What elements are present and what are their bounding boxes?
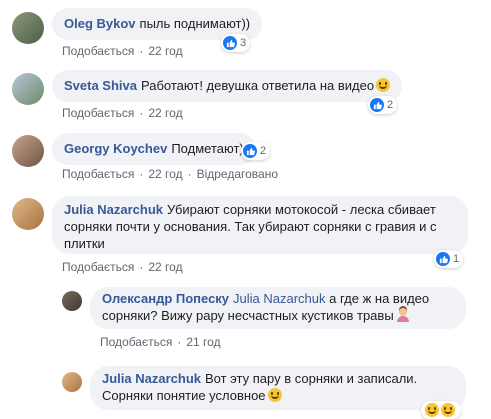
like-icon	[370, 98, 384, 112]
reply-bubble: Олександр Попеску Julia Nazarchuk а где ж…	[90, 287, 466, 329]
like-icon	[436, 252, 450, 266]
like-button[interactable]: Подобається	[62, 260, 134, 274]
like-button[interactable]: Подобається	[100, 335, 172, 349]
comment-author[interactable]: Sveta Shiva	[64, 78, 137, 93]
reaction-count[interactable]: 2	[368, 96, 398, 114]
like-button[interactable]: Подобається	[62, 44, 134, 58]
like-button[interactable]: Подобається	[62, 106, 134, 120]
person-shrugging-icon	[396, 308, 410, 322]
comment-text: пыль поднимают))	[139, 16, 251, 31]
reply-actions: Подобається · 21 год	[100, 335, 221, 349]
like-button[interactable]: Подобається	[62, 167, 134, 181]
comment-actions: Подобається · 22 год	[62, 106, 183, 120]
reaction-count[interactable]: 2	[241, 142, 271, 160]
reaction-count[interactable]: 3	[221, 34, 251, 52]
edited-label[interactable]: Відредаговано	[197, 167, 278, 181]
comment-text: Работают! девушка ответила на видео	[141, 78, 375, 93]
reaction-icons[interactable]	[421, 401, 461, 419]
comment-author[interactable]: Julia Nazarchuk	[64, 202, 163, 217]
reply-author[interactable]: Олександр Попеску	[102, 291, 229, 306]
reply-author[interactable]: Julia Nazarchuk	[102, 371, 201, 386]
like-icon	[223, 36, 237, 50]
timestamp[interactable]: 22 год	[148, 260, 182, 274]
comment-bubble: Julia Nazarchuk Убирают сорняки мотокосой…	[52, 196, 468, 254]
timestamp[interactable]: 21 год	[186, 335, 220, 349]
grinning-face-icon	[267, 388, 282, 402]
timestamp[interactable]: 22 год	[148, 167, 182, 181]
comment-author[interactable]: Oleg Bykov	[64, 16, 136, 31]
haha-icon	[441, 403, 455, 417]
haha-icon	[425, 403, 439, 417]
comment-text: Подметают)	[171, 141, 244, 156]
avatar[interactable]	[12, 198, 44, 230]
avatar[interactable]	[62, 291, 82, 311]
timestamp[interactable]: 22 год	[148, 106, 182, 120]
avatar[interactable]	[12, 73, 44, 105]
comment-bubble: Sveta Shiva Работают! девушка ответила на…	[52, 70, 403, 102]
avatar[interactable]	[12, 12, 44, 44]
mention-link[interactable]: Julia Nazarchuk	[233, 291, 326, 306]
comment-actions: Подобається · 22 год · Відредаговано	[62, 167, 279, 181]
like-icon	[243, 144, 257, 158]
avatar[interactable]	[12, 135, 44, 167]
avatar[interactable]	[62, 372, 82, 392]
timestamp[interactable]: 22 год	[148, 44, 182, 58]
reply-bubble: Julia Nazarchuk Вот эту пару в сорняки и …	[90, 366, 466, 410]
comment-actions: Подобається · 22 год	[62, 260, 183, 274]
reaction-count[interactable]: 1	[434, 250, 464, 268]
comment-author[interactable]: Georgy Koychev	[64, 141, 167, 156]
grinning-face-icon	[376, 78, 391, 92]
comment-bubble: Georgy Koychev Подметают)	[52, 133, 256, 165]
comment-actions: Подобається · 22 год	[62, 44, 183, 58]
